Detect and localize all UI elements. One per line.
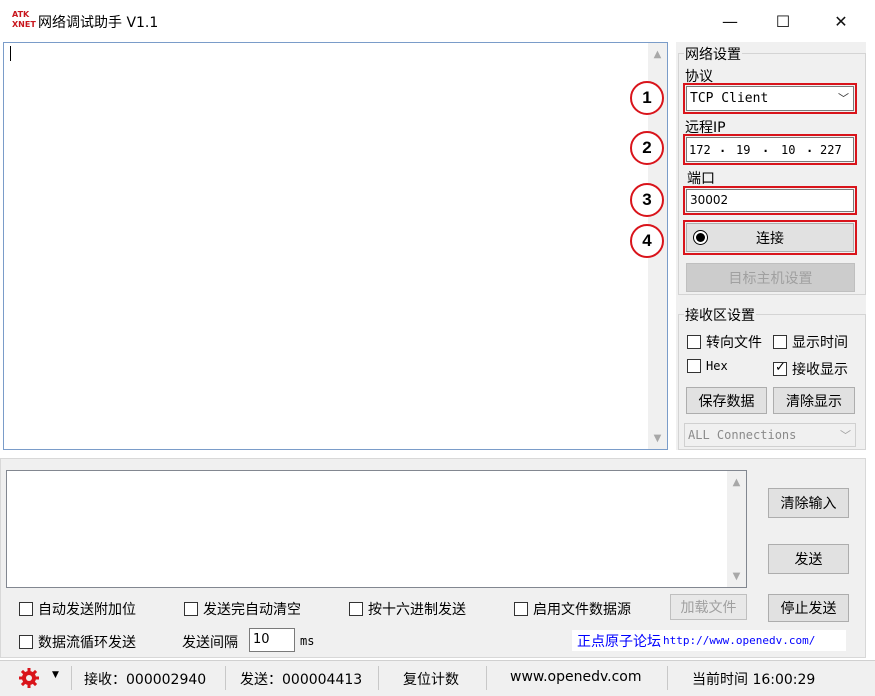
loop-send-checkbox[interactable] (19, 635, 33, 649)
status-separator (378, 666, 379, 690)
connect-button[interactable]: 连接 (686, 223, 854, 252)
hex-display-checkbox[interactable] (687, 359, 701, 373)
auto-append-checkbox[interactable] (19, 602, 33, 616)
send-textarea[interactable]: ▲ ▼ (6, 470, 747, 588)
status-separator (71, 666, 72, 690)
chevron-down-icon: ﹀ (838, 92, 849, 105)
send-scrollbar[interactable]: ▲ ▼ (727, 471, 746, 587)
status-separator (486, 666, 487, 690)
save-data-button[interactable]: 保存数据 (686, 387, 767, 414)
gear-icon[interactable] (17, 666, 41, 690)
auto-clear-option[interactable]: 发送完自动清空 (184, 599, 301, 619)
protocol-select[interactable]: TCP Client ﹀ (686, 86, 854, 111)
website-link[interactable]: www.openedv.com (510, 669, 642, 685)
ip-octet-4[interactable]: 227 (820, 143, 842, 157)
close-button[interactable]: ✕ (812, 0, 870, 42)
badge-3: 3 (630, 183, 664, 217)
scroll-down-icon[interactable]: ▼ (727, 567, 746, 585)
badge-4: 4 (630, 224, 664, 258)
file-source-checkbox[interactable] (514, 602, 528, 616)
dropdown-arrow-icon[interactable]: ▼ (52, 670, 59, 680)
scroll-up-icon[interactable]: ▲ (648, 45, 667, 63)
checkmark-icon: ✓ (775, 360, 786, 375)
window-title: 网络调试助手 V1.1 (38, 15, 159, 31)
send-button[interactable]: 发送 (768, 544, 849, 574)
hex-send-checkbox[interactable] (349, 602, 363, 616)
reset-count-button[interactable]: 复位计数 (403, 669, 459, 689)
minimize-button[interactable]: — (701, 0, 759, 42)
load-file-button[interactable]: 加载文件 (670, 594, 747, 620)
status-separator (667, 666, 668, 690)
maximize-button[interactable]: ☐ (754, 0, 812, 42)
status-dot (696, 233, 705, 242)
receive-display-checkbox[interactable]: ✓ (773, 360, 787, 376)
scroll-up-icon[interactable]: ▲ (727, 473, 746, 491)
hex-display-option[interactable]: Hex (687, 359, 728, 373)
ip-octet-2[interactable]: 19 (736, 143, 750, 157)
receive-textarea[interactable]: ▲ ▼ (3, 42, 668, 450)
network-settings-title: 网络设置 (684, 44, 742, 64)
send-count: 发送：000004413 (240, 672, 363, 688)
hex-send-option[interactable]: 按十六进制发送 (349, 599, 466, 619)
ip-octet-3[interactable]: 10 (781, 143, 795, 157)
show-time-option[interactable]: 显示时间 (773, 332, 848, 352)
port-input[interactable]: 30002 (686, 189, 854, 212)
badge-1: 1 (630, 81, 664, 115)
auto-append-option[interactable]: 自动发送附加位 (19, 599, 136, 619)
ip-dot: . (806, 141, 814, 155)
badge-2: 2 (630, 131, 664, 165)
text-caret (10, 46, 11, 61)
auto-clear-checkbox[interactable] (184, 602, 198, 616)
ip-dot: . (762, 141, 770, 155)
file-source-option[interactable]: 启用文件数据源 (514, 599, 631, 619)
receive-display-option[interactable]: ✓ 接收显示 (773, 359, 848, 379)
app-logo: ATK XNET (12, 10, 36, 29)
remote-ip-input[interactable]: 172 . 19 . 10 . 227 (686, 137, 854, 162)
host-settings-button[interactable]: 目标主机设置 (686, 263, 855, 292)
receive-count: 接收：000002940 (84, 672, 207, 688)
chevron-down-icon: ﹀ (840, 429, 851, 442)
clear-display-button[interactable]: 清除显示 (773, 387, 855, 414)
port-label: 端口 (687, 171, 715, 187)
stop-send-button[interactable]: 停止发送 (768, 594, 849, 622)
loop-send-option[interactable]: 数据流循环发送 (19, 632, 136, 652)
connect-status-icon (693, 230, 708, 245)
current-time: 当前时间 16:00:29 (692, 672, 816, 688)
interval-label: 发送间隔 (182, 635, 238, 651)
redirect-file-option[interactable]: 转向文件 (687, 332, 762, 352)
interval-unit: ms (300, 634, 315, 648)
connections-select[interactable]: ALL Connections ﹀ (684, 423, 856, 447)
ip-octet-1[interactable]: 172 (689, 143, 711, 157)
forum-link[interactable]: 正点原子论坛 http://www.openedv.com/ (572, 630, 846, 651)
ip-dot: . (719, 141, 727, 155)
show-time-checkbox[interactable] (773, 335, 787, 349)
scroll-down-icon[interactable]: ▼ (648, 429, 667, 447)
status-separator (225, 666, 226, 690)
title-bar: ATK XNET 网络调试助手 V1.1 — ☐ ✕ (0, 0, 875, 42)
redirect-file-checkbox[interactable] (687, 335, 701, 349)
receive-settings-title: 接收区设置 (684, 305, 756, 325)
clear-input-button[interactable]: 清除输入 (768, 488, 849, 518)
interval-input[interactable]: 10 (249, 628, 295, 652)
